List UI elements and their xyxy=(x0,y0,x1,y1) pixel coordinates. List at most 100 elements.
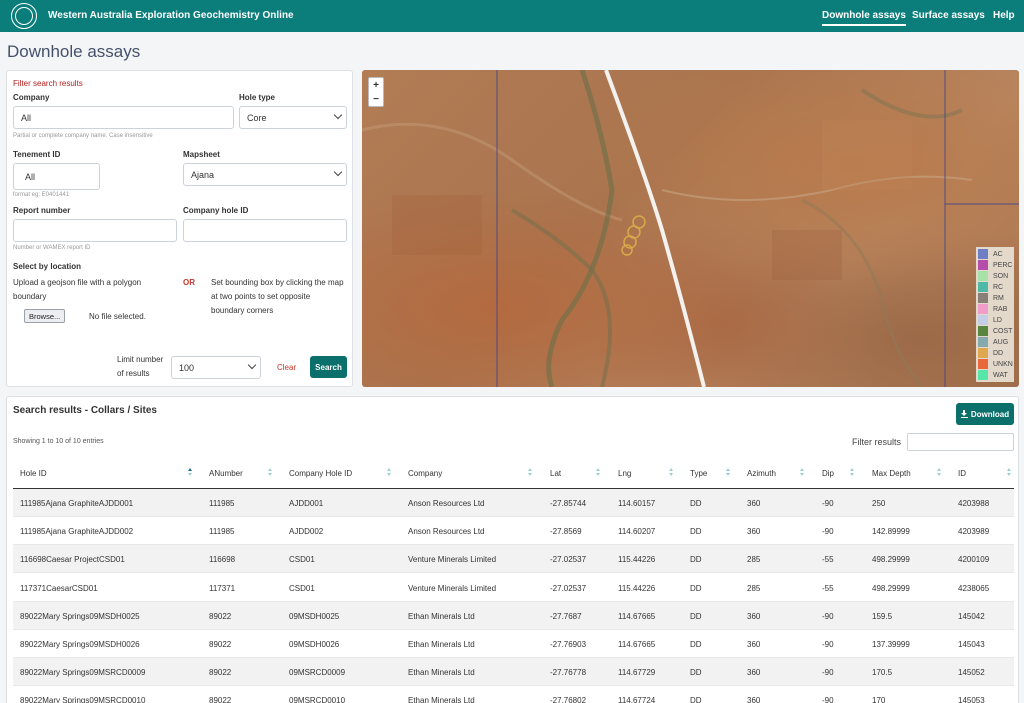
cell-lat: -27.02537 xyxy=(550,555,587,565)
col-company-hole-id[interactable]: Company Hole ID xyxy=(289,469,352,478)
sort-icon[interactable] xyxy=(596,468,601,477)
zoom-out-button[interactable]: − xyxy=(369,93,383,107)
nav-help[interactable]: Help xyxy=(993,10,1015,21)
site-brand[interactable]: Western Australia Exploration Geochemist… xyxy=(48,10,294,21)
sort-icon[interactable] xyxy=(1007,468,1012,477)
cell-dip: -90 xyxy=(822,611,834,621)
col-dip[interactable]: Dip xyxy=(822,469,834,478)
report-number-input[interactable] xyxy=(13,219,177,242)
col-type[interactable]: Type xyxy=(690,469,707,478)
company-hole-input[interactable] xyxy=(183,219,347,242)
legend-swatch xyxy=(978,304,988,314)
wa-crest-logo-icon[interactable] xyxy=(11,3,37,29)
company-hint: Partial or complete company name. Case i… xyxy=(13,133,153,139)
sort-icon[interactable] xyxy=(387,468,392,477)
table-row[interactable]: 111985Ajana GraphiteAJDD001 111985 AJDD001… xyxy=(13,489,1014,517)
nav-surface-assays[interactable]: Surface assays xyxy=(912,10,985,21)
cell-lng: 114.67665 xyxy=(618,611,656,621)
cell-type: DD xyxy=(690,696,702,703)
clear-link[interactable]: Clear xyxy=(277,363,296,372)
download-button[interactable]: Download xyxy=(956,403,1014,425)
col-id[interactable]: ID xyxy=(958,469,966,478)
sort-icon[interactable] xyxy=(850,468,855,477)
legend-item: LD xyxy=(978,315,1002,325)
no-file-text: No file selected. xyxy=(89,312,146,321)
map-view[interactable]: + − AC PERC SON RC RM RAB LD COST AUG DD UNKN WAT xyxy=(362,70,1019,387)
legend-item: AUG xyxy=(978,337,1008,347)
mapsheet-label: Mapsheet xyxy=(183,150,220,159)
tenement-input[interactable]: All xyxy=(13,163,100,190)
legend-label: RM xyxy=(993,294,1004,302)
table-row[interactable]: 89022Mary Springs09MSRCD0010 89022 09MSRCD… xyxy=(13,686,1014,703)
cell-hole-id: 89022Mary Springs09MSRCD0009 xyxy=(20,668,146,678)
cell-id: 4203989 xyxy=(958,527,990,537)
cell-dip: -90 xyxy=(822,640,834,649)
cell-company-hole-id: 09MSDH0026 xyxy=(289,640,340,649)
col-company[interactable]: Company xyxy=(408,469,442,478)
cell-id: 145043 xyxy=(958,640,985,649)
legend-label: WAT xyxy=(993,371,1008,379)
table-row[interactable]: 116698Caesar ProjectCSD01 116698 CSD01 Vent… xyxy=(13,545,1014,574)
table-row[interactable]: 89022Mary Springs09MSRCD0009 89022 09MSRCD… xyxy=(13,658,1014,687)
cell-anumber: 111985 xyxy=(209,527,235,537)
table-row[interactable]: 111985Ajana GraphiteAJDD002 111985 AJDD002… xyxy=(13,517,1014,546)
sort-icon[interactable] xyxy=(528,468,533,477)
cell-hole-id: 111985Ajana GraphiteAJDD001 xyxy=(20,499,134,508)
col-hole-id[interactable]: Hole ID xyxy=(20,469,47,478)
legend-swatch xyxy=(978,348,988,358)
legend-label: RAB xyxy=(993,305,1008,313)
sort-icon[interactable] xyxy=(268,468,273,477)
cell-company: Ethan Minerals Ltd xyxy=(408,640,475,649)
sort-asc-icon[interactable] xyxy=(188,468,193,477)
cell-lng: 114.67729 xyxy=(618,668,656,678)
table-row[interactable]: 89022Mary Springs09MSDH0025 89022 09MSDH00… xyxy=(13,601,1014,630)
browse-file-button[interactable]: Browse... xyxy=(24,309,66,323)
col-azimuth[interactable]: Azimuth xyxy=(747,469,776,478)
limit-label-line2: of results xyxy=(117,369,150,378)
cell-max-depth: 137.39999 xyxy=(872,640,910,649)
table-row[interactable]: 117371CaesarCSD01 117371 CSD01 Venture Mine… xyxy=(13,574,1014,602)
sort-icon[interactable] xyxy=(937,468,942,477)
cell-dip: -90 xyxy=(822,527,834,537)
cell-company: Ethan Minerals Ltd xyxy=(408,696,475,703)
col-lat[interactable]: Lat xyxy=(550,469,561,478)
zoom-in-button[interactable]: + xyxy=(369,79,383,93)
sort-icon[interactable] xyxy=(800,468,805,477)
legend-label: AC xyxy=(993,250,1003,258)
legend-swatch xyxy=(978,315,988,325)
cell-dip: -55 xyxy=(822,555,834,565)
filter-results-input[interactable] xyxy=(907,433,1014,451)
sort-icon[interactable] xyxy=(669,468,674,477)
legend-item: DD xyxy=(978,348,1003,358)
cell-lng: 114.67665 xyxy=(618,640,656,649)
sort-icon[interactable] xyxy=(726,468,731,477)
table-row[interactable]: 89022Mary Springs09MSDH0026 89022 09MSDH00… xyxy=(13,630,1014,658)
cell-azimuth: 360 xyxy=(747,668,761,678)
limit-select[interactable]: 100 xyxy=(171,356,261,379)
cell-lng: 115.44226 xyxy=(618,555,656,565)
company-input[interactable]: All xyxy=(13,106,234,129)
cell-id: 145053 xyxy=(958,696,985,703)
col-lng[interactable]: Lng xyxy=(618,469,631,478)
hole-type-select[interactable]: Core xyxy=(239,106,347,129)
cell-id: 145052 xyxy=(958,668,985,678)
col-max-depth[interactable]: Max Depth xyxy=(872,469,911,478)
nav-downhole-assays[interactable]: Downhole assays xyxy=(822,10,906,26)
location-label: Select by location xyxy=(13,262,82,271)
tenement-value: All xyxy=(25,171,36,182)
cell-lat: -27.76802 xyxy=(550,696,587,703)
search-button[interactable]: Search xyxy=(310,356,347,378)
cell-max-depth: 250 xyxy=(872,499,886,508)
legend-label: DD xyxy=(993,349,1004,357)
limit-label-line1: Limit number xyxy=(117,355,164,364)
cell-id: 4238065 xyxy=(958,583,990,593)
legend-label: AUG xyxy=(993,338,1009,346)
company-value: All xyxy=(21,112,32,123)
limit-value: 100 xyxy=(179,362,195,373)
col-anumber[interactable]: ANumber xyxy=(209,469,243,478)
cell-lng: 115.44226 xyxy=(618,583,656,593)
cell-max-depth: 170 xyxy=(872,696,886,703)
company-label: Company xyxy=(13,93,50,102)
mapsheet-select[interactable]: Ajana xyxy=(183,163,347,186)
cell-company-hole-id: 09MSDH0025 xyxy=(289,611,340,621)
